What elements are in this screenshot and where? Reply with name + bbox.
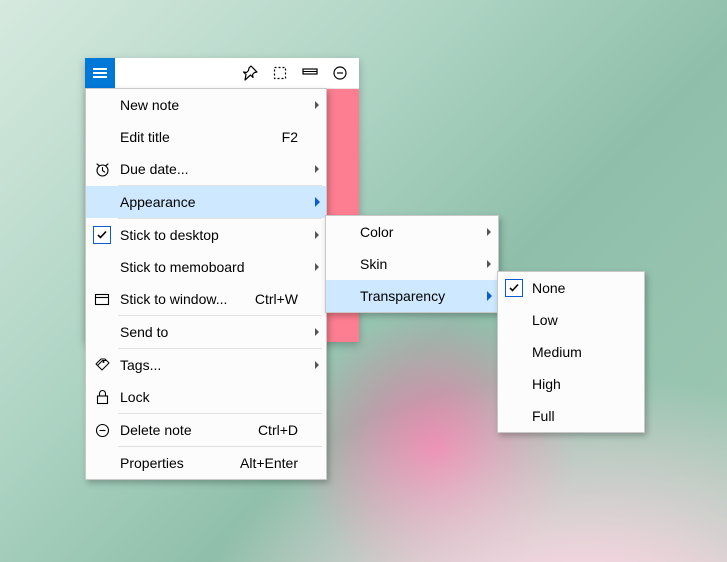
hamburger-icon: [93, 68, 107, 78]
menu-item-edit-title[interactable]: Edit title F2: [86, 121, 326, 153]
pin-button[interactable]: [235, 58, 265, 88]
menu-label: Edit title: [118, 129, 282, 145]
menu-item-delete-note[interactable]: Delete note Ctrl+D: [86, 414, 326, 446]
menu-item-send-to[interactable]: Send to: [86, 316, 326, 348]
checkbox-checked-icon: [505, 279, 523, 297]
menu-item-stick-to-desktop[interactable]: Stick to desktop: [86, 219, 326, 251]
submenu-arrow-icon: [480, 260, 498, 268]
menu-item-transparency-medium[interactable]: Medium: [498, 336, 644, 368]
menu-label: Stick to desktop: [118, 227, 298, 243]
menu-label: Tags...: [118, 357, 298, 373]
menu-item-transparency-full[interactable]: Full: [498, 400, 644, 432]
menu-label: Properties: [118, 455, 240, 471]
menu-item-due-date[interactable]: Due date...: [86, 153, 326, 185]
menu-item-skin[interactable]: Skin: [326, 248, 498, 280]
menu-shortcut: Alt+Enter: [240, 455, 308, 471]
menu-label: Stick to window...: [118, 291, 255, 307]
menu-shortcut: Ctrl+D: [258, 422, 308, 438]
menu-label: Stick to memoboard: [118, 259, 298, 275]
circle-minus-icon: [332, 65, 348, 81]
submenu-arrow-icon: [480, 228, 498, 236]
tags-icon: [86, 349, 118, 381]
pin-icon: [242, 65, 258, 81]
menu-label: Appearance: [118, 194, 298, 210]
menu-label: New note: [118, 97, 298, 113]
menu-item-transparency-high[interactable]: High: [498, 368, 644, 400]
menu-label: Due date...: [118, 161, 298, 177]
alarm-clock-icon: [86, 153, 118, 185]
menu-item-color[interactable]: Color: [326, 216, 498, 248]
circle-minus-icon: [86, 414, 118, 446]
checkbox-checked-icon: [93, 226, 111, 244]
snip-button[interactable]: [265, 58, 295, 88]
menu-item-stick-to-window[interactable]: Stick to window... Ctrl+W: [86, 283, 326, 315]
menu-item-appearance[interactable]: Appearance: [86, 186, 326, 218]
menu-label: Skin: [358, 256, 480, 272]
menu-item-properties[interactable]: Properties Alt+Enter: [86, 447, 326, 479]
submenu-arrow-icon: [308, 361, 326, 369]
menu-label: Low: [530, 312, 644, 328]
main-context-menu: New note Edit title F2 Due date... Appea…: [85, 88, 327, 480]
menu-item-tags[interactable]: Tags...: [86, 349, 326, 381]
submenu-arrow-icon: [308, 263, 326, 271]
menu-label: Delete note: [118, 422, 258, 438]
menu-label: Medium: [530, 344, 644, 360]
menu-item-transparency-low[interactable]: Low: [498, 304, 644, 336]
transparency-submenu: None Low Medium High Full: [497, 271, 645, 433]
appearance-submenu: Color Skin Transparency: [325, 215, 499, 313]
menu-label: Transparency: [358, 288, 480, 304]
selection-icon: [272, 65, 288, 81]
menu-item-stick-to-memoboard[interactable]: Stick to memoboard: [86, 251, 326, 283]
submenu-arrow-icon: [308, 197, 326, 207]
window-icon: [302, 67, 318, 79]
menu-label: Color: [358, 224, 480, 240]
menu-item-transparency-none[interactable]: None: [498, 272, 644, 304]
menu-label: Lock: [118, 389, 298, 405]
window-icon: [86, 283, 118, 315]
menu-label: Full: [530, 408, 644, 424]
menu-item-lock[interactable]: Lock: [86, 381, 326, 413]
menu-item-new-note[interactable]: New note: [86, 89, 326, 121]
note-toolbar: [85, 58, 359, 89]
desktop-background: New note Edit title F2 Due date... Appea…: [0, 0, 727, 562]
lock-icon: [86, 381, 118, 413]
menu-label: Send to: [118, 324, 298, 340]
hamburger-button[interactable]: [85, 58, 115, 88]
menu-shortcut: Ctrl+W: [255, 291, 308, 307]
submenu-arrow-icon: [480, 291, 498, 301]
menu-shortcut: F2: [282, 129, 308, 145]
menu-label: None: [530, 280, 644, 296]
menu-label: High: [530, 376, 644, 392]
submenu-arrow-icon: [308, 165, 326, 173]
menu-item-transparency[interactable]: Transparency: [326, 280, 498, 312]
more-button[interactable]: [325, 58, 355, 88]
submenu-arrow-icon: [308, 231, 326, 239]
submenu-arrow-icon: [308, 101, 326, 109]
submenu-arrow-icon: [308, 328, 326, 336]
window-button[interactable]: [295, 58, 325, 88]
